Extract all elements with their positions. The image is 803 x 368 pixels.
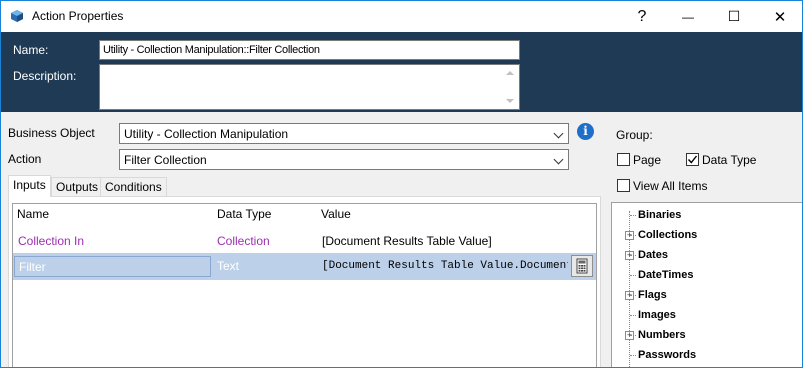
- checkmark-icon: [687, 155, 698, 164]
- page-checkbox-label[interactable]: Page: [633, 153, 661, 167]
- window-title: Action Properties: [32, 9, 124, 23]
- view-all-items-label[interactable]: View All Items: [633, 179, 707, 193]
- chevron-down-icon: [553, 128, 564, 139]
- help-icon: ?: [637, 7, 647, 25]
- header-panel: Name: Utility - Collection Manipulation:…: [1, 32, 802, 112]
- tree-item-collections[interactable]: Collections: [638, 229, 697, 241]
- business-object-select[interactable]: Utility - Collection Manipulation: [119, 123, 569, 144]
- row-data-type: Collection: [217, 234, 270, 248]
- maximize-button[interactable]: ☐: [711, 1, 757, 32]
- tab-conditions[interactable]: Conditions: [100, 177, 167, 197]
- action-label: Action: [8, 152, 42, 166]
- group-label: Group:: [616, 128, 653, 142]
- data-items-tree: Binaries + Collections + Dates DateTimes…: [611, 202, 802, 367]
- description-label: Description:: [13, 69, 77, 83]
- tree-item-datetimes[interactable]: DateTimes: [638, 269, 693, 281]
- tree-item-numbers[interactable]: Numbers: [638, 329, 686, 341]
- action-properties-window: Action Properties ? — ☐ ✕ Name: Utility …: [0, 0, 803, 368]
- maximize-icon: ☐: [727, 8, 741, 24]
- data-type-checkbox-label[interactable]: Data Type: [702, 153, 756, 167]
- tree-item-images[interactable]: Images: [638, 309, 676, 321]
- tree-connector: [630, 335, 636, 336]
- tree-connector: [630, 215, 636, 216]
- help-button[interactable]: ?: [619, 1, 665, 32]
- view-all-items-checkbox[interactable]: [617, 179, 630, 192]
- column-header-data-type[interactable]: Data Type: [217, 207, 271, 221]
- column-header-name[interactable]: Name: [17, 207, 49, 221]
- row-value[interactable]: [Document Results Table Value]: [322, 234, 492, 248]
- description-scrollbar[interactable]: [502, 65, 519, 109]
- tree-item-binaries[interactable]: Binaries: [638, 209, 681, 221]
- inputs-grid: Name Data Type Value Collection In Colle…: [12, 203, 597, 367]
- data-type-checkbox[interactable]: [686, 153, 699, 166]
- close-button[interactable]: ✕: [757, 1, 802, 32]
- expression-editor-button[interactable]: [571, 255, 593, 277]
- name-label: Name:: [13, 43, 49, 57]
- filter-name-field[interactable]: Filter: [14, 256, 211, 277]
- tab-outputs[interactable]: Outputs: [51, 177, 104, 197]
- tree-connector: [630, 355, 636, 356]
- group-panel: Group: Page Data Type View All Items: [611, 117, 802, 197]
- tree-item-flags[interactable]: Flags: [638, 289, 667, 301]
- page-checkbox[interactable]: [617, 153, 630, 166]
- scroll-down-icon[interactable]: [506, 99, 514, 103]
- business-object-value: Utility - Collection Manipulation: [124, 127, 289, 141]
- action-value: Filter Collection: [124, 153, 207, 167]
- app-icon: [11, 10, 23, 22]
- calculator-icon: [576, 258, 588, 274]
- tree-item-passwords[interactable]: Passwords: [638, 349, 696, 361]
- close-icon: ✕: [773, 8, 787, 26]
- scroll-up-icon[interactable]: [506, 71, 514, 75]
- action-select[interactable]: Filter Collection: [119, 149, 569, 170]
- tree-connector: [630, 235, 636, 236]
- row-data-type: Text: [217, 259, 240, 273]
- name-field[interactable]: Utility - Collection Manipulation::Filte…: [99, 40, 520, 60]
- info-icon[interactable]: i: [577, 123, 594, 140]
- tree-connector: [630, 275, 636, 276]
- title-bar: Action Properties ? — ☐ ✕: [1, 1, 802, 32]
- minimize-button[interactable]: —: [665, 1, 711, 32]
- inputs-panel: Name Data Type Value Collection In Colle…: [8, 196, 601, 367]
- minimize-icon: —: [682, 9, 694, 24]
- chevron-down-icon: [553, 154, 564, 165]
- tree-item-dates[interactable]: Dates: [638, 249, 668, 261]
- tree-connector: [630, 315, 636, 316]
- tree-connector: [630, 295, 636, 296]
- row-name: Collection In: [18, 234, 85, 248]
- tree-connector: [630, 255, 636, 256]
- row-value[interactable]: [Document Results Table Value.Document N…: [322, 260, 568, 272]
- tab-inputs[interactable]: Inputs: [8, 175, 51, 197]
- column-header-value[interactable]: Value: [321, 207, 351, 221]
- description-field[interactable]: [99, 64, 520, 110]
- business-object-label: Business Object: [8, 126, 95, 140]
